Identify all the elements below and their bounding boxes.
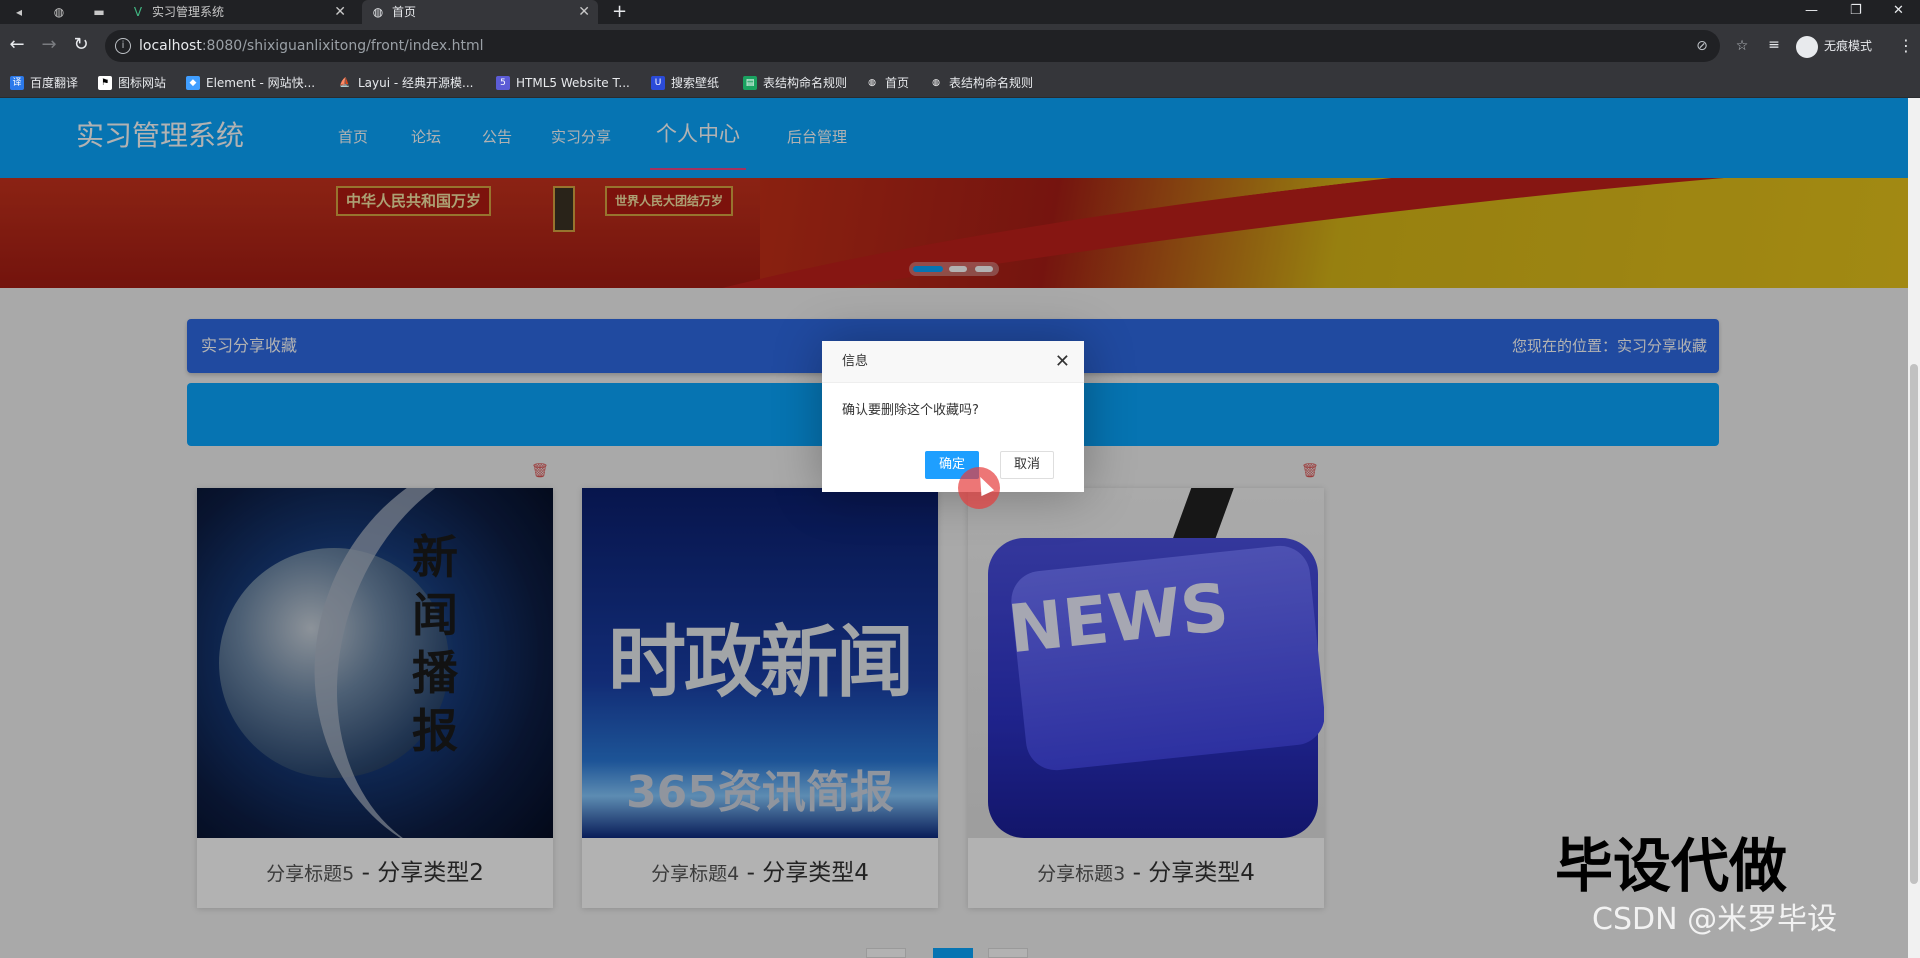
wallpaper-icon: U [651, 76, 665, 90]
close-icon[interactable]: ✕ [1055, 341, 1070, 383]
reading-list-icon[interactable]: ≡ [1763, 34, 1785, 56]
dialog-message: 确认要删除这个收藏吗? [842, 403, 979, 418]
close-tab-icon[interactable]: ✕ [334, 0, 346, 24]
minimize-icon[interactable]: — [1805, 0, 1818, 24]
close-tab-icon[interactable]: ✕ [578, 0, 590, 24]
cancel-button[interactable]: 取消 [1000, 451, 1055, 479]
sheet-icon: ▤ [743, 76, 757, 90]
bookmark-baidu-fanyi[interactable]: 译百度翻译 [10, 74, 78, 92]
forward-icon[interactable]: → [38, 34, 60, 56]
bookmark-table-naming[interactable]: ▤ 表结构命名规则 [743, 74, 847, 92]
tab-label: 首页 [392, 5, 417, 19]
close-window-icon[interactable]: ✕ [1893, 0, 1904, 24]
globe-tab-icon[interactable]: ◍ [50, 3, 68, 21]
incognito-badge[interactable]: 无痕模式 [1796, 35, 1873, 58]
dialog-title: 信息 [842, 354, 869, 369]
globe-icon: ◍ [868, 78, 876, 88]
vue-icon: V [133, 5, 143, 19]
element-icon: ◆ [186, 76, 200, 90]
layui-icon: ⛵ [339, 78, 351, 88]
browser-tab-strip: ◂ ◍ ▬ V 实习管理系统 ✕ ◍ 首页 ✕ + — ❐ ✕ [0, 0, 1920, 24]
restore-icon[interactable]: ❐ [1850, 0, 1862, 24]
bookmarks-bar: 译百度翻译 ⚑ 图标网站 ◆ Element - 网站快... ⛵ Layui - 经… [0, 68, 1920, 98]
bookmark-table-naming-2[interactable]: ◍ 表结构命名规则 [929, 74, 1033, 92]
watermark-csdn: CSDN @米罗毕设 [1592, 902, 1838, 937]
reload-icon[interactable]: ↻ [70, 34, 92, 56]
incognito-label: 无痕模式 [1824, 39, 1873, 53]
new-tab-icon[interactable]: + [612, 0, 627, 24]
more-menu-icon[interactable]: ⋮ [1898, 36, 1914, 56]
bookmark-home[interactable]: ◍ 首页 [865, 74, 909, 92]
bookmark-wallpaper[interactable]: U 搜索壁纸 [651, 74, 719, 92]
page-viewport: 实习管理系统 首页 论坛 公告 实习分享 个人中心 后台管理 中华人民共和国万岁… [0, 98, 1908, 958]
star-icon[interactable]: ☆ [1733, 37, 1751, 55]
modal-backdrop[interactable] [0, 98, 1908, 958]
address-bar[interactable]: i localhost:8080/shixiguanlixitong/front… [105, 30, 1748, 62]
watermark-overlay: 毕设代做 [1555, 832, 1788, 900]
globe-icon: ◍ [932, 78, 940, 88]
dialog-header: 信息 ✕ [822, 341, 1084, 383]
translate-icon: 译 [10, 76, 24, 90]
html5-icon: 5 [496, 76, 510, 90]
back-icon[interactable]: ← [6, 34, 28, 56]
url-text: localhost:8080/shixiguanlixitong/front/i… [139, 38, 484, 54]
site-info-icon[interactable]: i [115, 38, 131, 54]
eye-off-icon[interactable]: ⊘ [1693, 37, 1711, 55]
bookmark-element[interactable]: ◆ Element - 网站快... [186, 74, 315, 92]
confirm-dialog: 信息 ✕ 确认要删除这个收藏吗? 确定 取消 [822, 341, 1084, 492]
browser-toolbar: ← → ↻ i localhost:8080/shixiguanlixitong… [0, 24, 1920, 68]
bookmark-icon-site[interactable]: ⚑ 图标网站 [98, 74, 166, 92]
flag-icon: ⚑ [98, 76, 112, 90]
blank-tab-icon[interactable]: ▬ [90, 3, 108, 21]
tab-shixi[interactable]: V 实习管理系统 ✕ [122, 0, 354, 24]
bookmark-html5[interactable]: 5 HTML5 Website T... [496, 74, 630, 92]
tab-label: 实习管理系统 [152, 5, 225, 19]
page-scrollbar[interactable] [1908, 98, 1920, 958]
bookmark-layui[interactable]: ⛵ Layui - 经典开源模... [338, 74, 473, 92]
tab-home[interactable]: ◍ 首页 ✕ [362, 0, 598, 24]
scrollbar-thumb[interactable] [1910, 364, 1918, 884]
incognito-icon [1796, 35, 1818, 58]
globe-icon: ◍ [372, 5, 384, 19]
mute-icon[interactable]: ◂ [10, 3, 28, 21]
